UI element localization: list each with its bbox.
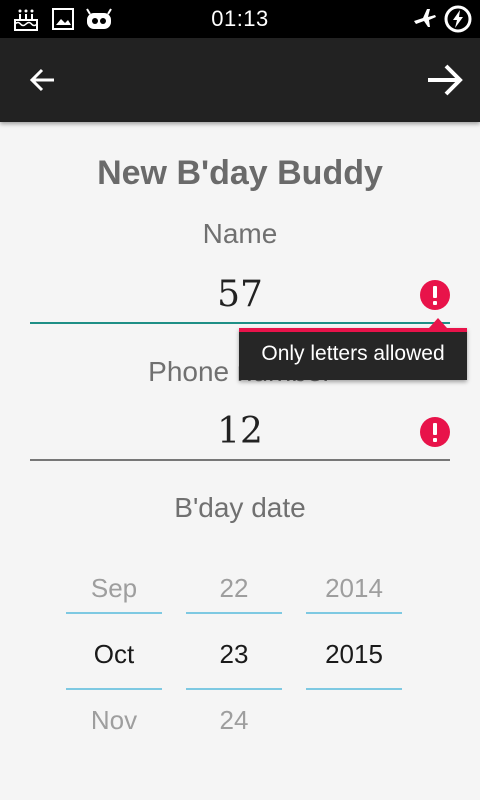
arrow-right-icon [428, 64, 463, 96]
picker-divider [186, 612, 282, 614]
page-title: New B'day Buddy [97, 154, 383, 192]
month-current[interactable]: Oct [66, 632, 162, 676]
phone-field-value: 12 [217, 411, 263, 452]
tooltip-accent [239, 328, 467, 332]
day-current[interactable]: 23 [186, 632, 282, 676]
name-field[interactable]: 57 [30, 274, 450, 324]
day-picker[interactable]: 22 23 24 [186, 558, 282, 742]
day-prev[interactable]: 22 [186, 566, 282, 610]
name-label: Name [202, 218, 278, 249]
arrow-left-icon [29, 68, 54, 92]
tooltip-text: Only letters allowed [261, 342, 445, 365]
status-bar: 01:13 [0, 0, 480, 38]
tooltip-arrow [429, 318, 447, 328]
bday-date-label: B'day date [174, 492, 306, 523]
name-field-value: 57 [217, 274, 263, 315]
error-tooltip: Only letters allowed [239, 318, 467, 380]
action-bar [0, 38, 480, 122]
year-picker[interactable]: 2014 2015 [306, 558, 402, 742]
picker-divider [306, 612, 402, 614]
airplane-mode-icon [412, 7, 438, 36]
battery-charging-icon [444, 5, 472, 38]
phone-field[interactable]: 12 [30, 411, 450, 461]
month-prev[interactable]: Sep [66, 566, 162, 610]
month-next[interactable]: Nov [66, 698, 162, 742]
status-time: 01:13 [211, 6, 269, 31]
error-icon[interactable] [420, 280, 450, 310]
year-next[interactable] [306, 698, 402, 742]
back-button[interactable] [24, 60, 64, 100]
day-next[interactable]: 24 [186, 698, 282, 742]
year-prev[interactable]: 2014 [306, 566, 402, 610]
error-icon[interactable] [420, 417, 450, 447]
picker-divider [66, 688, 162, 690]
form-content: New B'day Buddy Name 57 Phone number 12 [0, 122, 480, 800]
picker-divider [186, 688, 282, 690]
year-current[interactable]: 2015 [306, 632, 402, 676]
name-field-underline [30, 322, 450, 324]
phone-field-underline [30, 459, 450, 461]
next-button[interactable] [422, 56, 470, 104]
picker-divider [306, 688, 402, 690]
month-picker[interactable]: Sep Oct Nov [66, 558, 162, 742]
picker-divider [66, 612, 162, 614]
